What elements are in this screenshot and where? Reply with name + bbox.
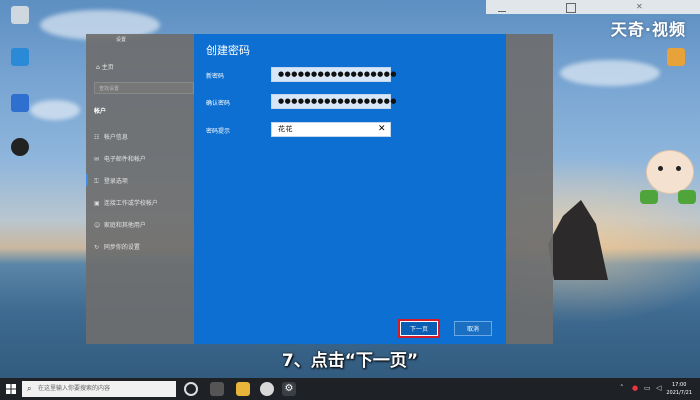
chrome-icon[interactable] [260,382,274,396]
clock-date: 2021/7/21 [666,390,692,396]
qq-penguin-icon [11,138,29,156]
money-bag-icon [678,190,696,204]
file-icon [667,48,685,66]
settings-title: 设置 [116,37,127,43]
volume-icon[interactable]: ◁ [656,384,664,392]
sidebar-item-label: 连接工作或学校帐户 [103,200,158,207]
section-heading: 帐户 [94,108,107,115]
clear-icon[interactable]: ✕ [378,123,386,136]
desktop-icon-file[interactable] [656,48,696,68]
watermark-logo: 天奇·视频 [610,20,686,39]
create-password-dialog: 创建密码 新密码 ●●●●●●●●●●●●●●●●●● 确认密码 ●●●●●●●… [194,34,506,344]
clock[interactable]: 17:00 2021/7/21 [666,381,692,397]
hamster-eye [676,166,681,171]
tray-app-icon[interactable]: ● [632,384,640,392]
minimize-icon[interactable] [498,3,506,12]
settings-search-input[interactable]: 查找设置 [94,82,194,94]
settings-gear-icon[interactable]: ⚙ [282,382,296,396]
task-view-icon[interactable] [210,382,224,396]
password-hint-label: 密码提示 [206,128,231,135]
next-page-button[interactable]: 下一页 [398,319,440,338]
search-icon: ⌕ [27,384,32,393]
new-password-label: 新密码 [206,73,225,80]
key-icon: ⚿ [94,178,99,185]
sync-icon: ↻ [94,244,100,251]
desktop-icon-recycle-bin[interactable] [0,6,40,26]
sidebar-item-sign-in-options[interactable]: ⚿ 登录选项 [94,176,128,186]
cloud [560,60,660,86]
sidebar-item-work-school[interactable]: ▣ 连接工作或学校帐户 [94,198,158,207]
hamster-eye [658,166,663,171]
money-bag-icon [640,190,658,204]
sidebar-item-label: 电子邮件和帐户 [103,156,146,163]
confirm-password-label: 确认密码 [206,100,231,107]
sidebar-item-family[interactable]: ☺ 家庭和其他用户 [94,220,146,229]
sea-rock [548,200,608,280]
file-explorer-icon[interactable] [236,382,250,396]
sidebar-item-label: 家庭和其他用户 [103,222,146,229]
sidebar-item-label: 帐户信息 [103,134,128,141]
active-indicator [86,174,88,186]
sidebar-item-label: 登录选项 [103,178,128,185]
app-icon [11,94,29,112]
briefcase-icon: ▣ [94,200,100,207]
maximize-icon[interactable] [566,3,576,13]
video-top-bar: ✕ [486,0,700,14]
sidebar-item-sync[interactable]: ↻ 同步你的设置 [94,242,140,251]
settings-home-link[interactable]: ⌂ 主页 [96,62,114,71]
sidebar-item-account-info[interactable]: ☷ 帐户信息 [94,132,128,141]
home-label: 主页 [101,64,114,71]
windows-start-icon[interactable] [6,384,16,394]
app-icon [11,48,29,66]
password-hint-field[interactable]: 花花 ✕ [271,122,391,137]
user-card-icon: ☷ [94,134,100,141]
recycle-bin-icon [11,6,29,24]
password-hint-value: 花花 [278,125,293,133]
confirm-password-field[interactable]: ●●●●●●●●●●●●●●●●●● [271,94,396,109]
mail-icon: ✉ [94,156,100,163]
desktop-icon-app2[interactable] [0,94,40,114]
sidebar-item-label: 同步你的设置 [103,244,140,251]
hamster-sticker [640,150,698,212]
desktop-icon-app1[interactable] [0,48,40,68]
taskbar-search-placeholder: 在这里输入你要搜索的内容 [38,385,111,392]
close-icon[interactable]: ✕ [636,3,644,11]
tray-up-arrow-icon[interactable]: ˄ [620,384,628,392]
person-add-icon: ☺ [94,222,101,229]
cortana-icon[interactable] [184,382,198,396]
tutorial-caption: 7、点击“下一页” [281,351,419,371]
hamster-body [646,150,694,194]
taskbar: ⌕ 在这里输入你要搜索的内容 ⚙ ˄ ● ▭ ◁ 17:00 2021/7/21 [0,378,700,400]
cancel-button[interactable]: 取消 [454,321,492,336]
taskbar-search-input[interactable]: ⌕ 在这里输入你要搜索的内容 [22,381,176,397]
desktop-icon-qq[interactable] [0,138,40,158]
new-password-field[interactable]: ●●●●●●●●●●●●●●●●●● [271,67,396,82]
clock-time: 17:00 [671,382,687,388]
sidebar-item-email[interactable]: ✉ 电子邮件和帐户 [94,154,146,163]
dialog-title: 创建密码 [206,44,250,57]
network-icon[interactable]: ▭ [644,384,652,392]
